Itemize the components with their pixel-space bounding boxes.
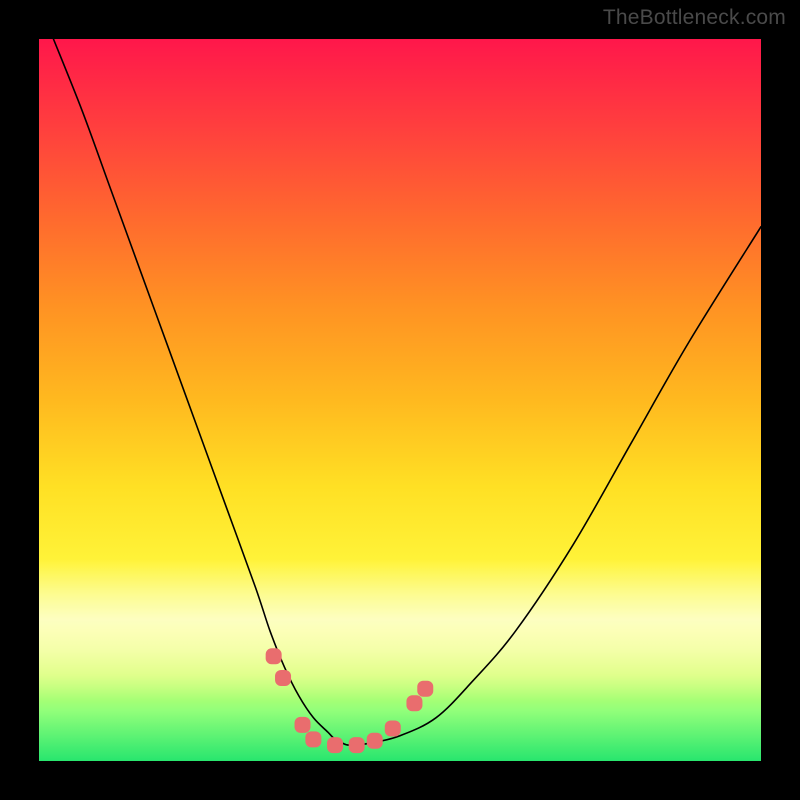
curve-marker xyxy=(275,670,291,686)
curve-marker xyxy=(327,737,343,753)
curve-layer xyxy=(39,39,761,761)
curve-marker xyxy=(305,731,321,747)
curve-markers xyxy=(266,648,434,753)
curve-marker xyxy=(417,681,433,697)
chart-frame: TheBottleneck.com xyxy=(0,0,800,800)
bottleneck-curve xyxy=(53,39,761,745)
watermark-text: TheBottleneck.com xyxy=(603,6,786,30)
curve-marker xyxy=(266,648,282,664)
curve-marker xyxy=(295,717,311,733)
curve-marker xyxy=(406,695,422,711)
curve-marker xyxy=(367,733,383,749)
plot-area xyxy=(39,39,761,761)
curve-marker xyxy=(349,737,365,753)
curve-marker xyxy=(385,721,401,737)
